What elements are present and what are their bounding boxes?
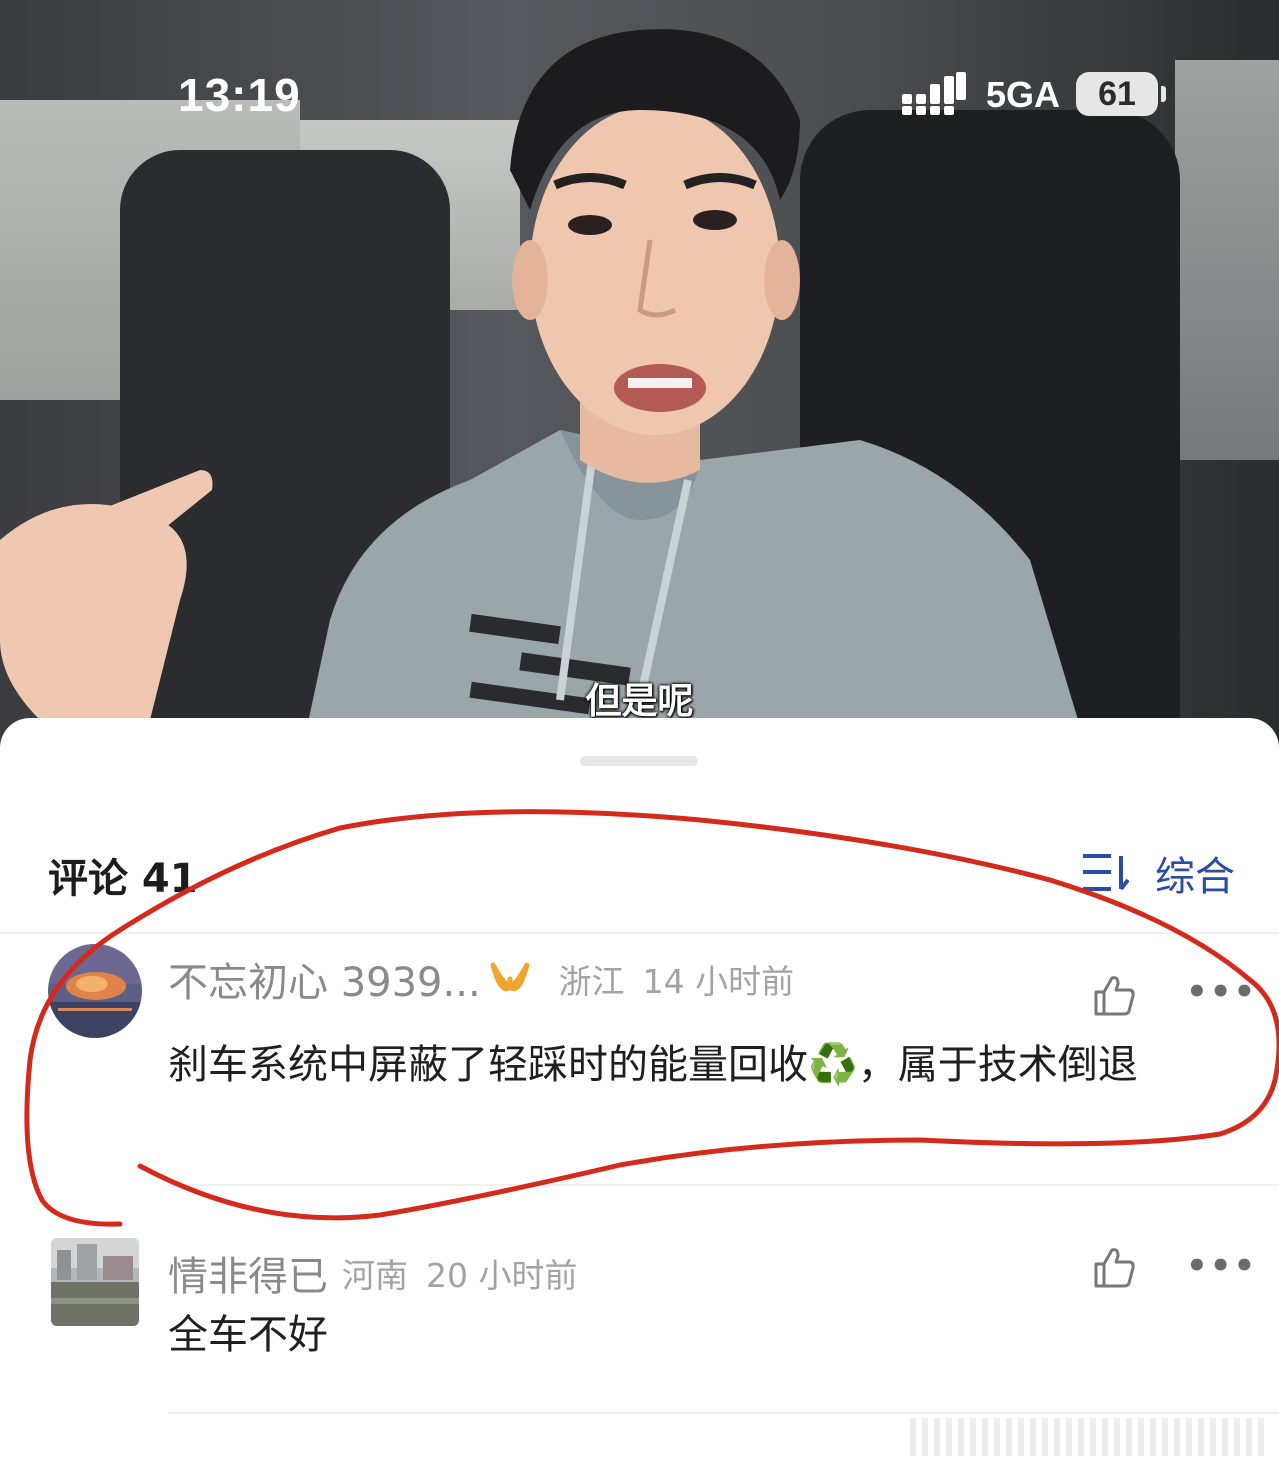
comment-text: 刹车系统中屏蔽了轻踩时的能量回收♻️，属于技术倒退 xyxy=(168,1042,1138,1088)
more-options-icon[interactable]: ••• xyxy=(1186,972,1257,1012)
sort-icon xyxy=(1083,854,1129,891)
comment-time: 14 小时前 xyxy=(642,962,795,1001)
avatar[interactable] xyxy=(51,1238,139,1326)
avatar-image xyxy=(51,1238,139,1326)
sheet-drag-handle[interactable] xyxy=(580,756,698,766)
network-type: 5GA xyxy=(986,74,1061,115)
comment-divider xyxy=(168,1412,1279,1414)
more-options-icon[interactable]: ••• xyxy=(1186,1246,1257,1286)
battery-level: 61 xyxy=(1098,74,1136,113)
like-icon[interactable] xyxy=(1092,974,1136,1016)
member-badge-icon xyxy=(490,962,530,992)
comment-location: 河南 xyxy=(342,1256,408,1295)
comment-meta: 情非得已 河南 20 小时前 xyxy=(168,1244,577,1302)
status-time: 13:19 xyxy=(178,69,301,121)
header-divider xyxy=(0,932,1279,934)
avatar-image xyxy=(48,944,142,1038)
username[interactable]: 不忘初心 3939... xyxy=(168,950,481,1008)
battery-icon: 61 xyxy=(1076,72,1158,116)
signal-icon xyxy=(902,72,966,115)
sort-label: 综合 xyxy=(1155,854,1235,900)
like-icon[interactable] xyxy=(1092,1246,1136,1288)
comment-sheet: 评论 41 综合 不忘初心 3939... 浙江 14 小时前 刹车系统中屏蔽了… xyxy=(0,718,1279,1464)
comment-divider xyxy=(168,1184,1279,1186)
username[interactable]: 情非得已 xyxy=(168,1244,328,1302)
video-player[interactable]: 但是呢 13:19 5GA 61 xyxy=(0,0,1279,760)
video-subtitle: 但是呢 xyxy=(585,681,694,722)
avatar[interactable] xyxy=(48,944,142,1038)
comment-count-title: 评论 41 xyxy=(48,856,198,902)
comment-time: 20 小时前 xyxy=(426,1256,578,1295)
battery-tip xyxy=(1161,86,1166,102)
watermark xyxy=(910,1418,1270,1456)
comment-location: 浙江 xyxy=(558,962,625,1001)
sort-button[interactable]: 综合 xyxy=(1081,844,1235,902)
comment-meta: 不忘初心 3939... 浙江 14 小时前 xyxy=(168,950,794,1008)
comment-text: 全车不好 xyxy=(168,1312,328,1358)
